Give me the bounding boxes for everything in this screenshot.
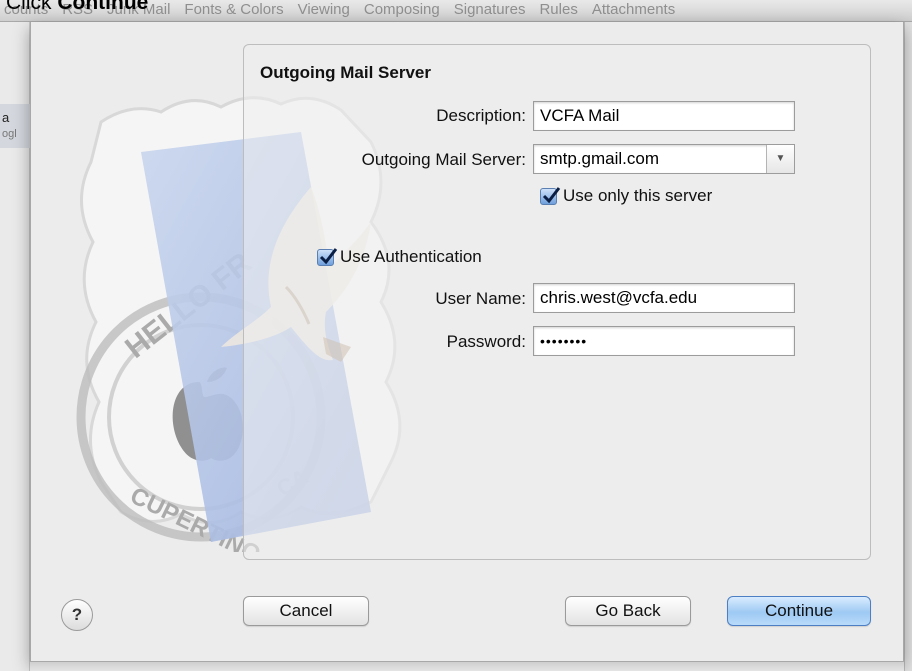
tab-composing[interactable]: Composing [364, 1, 440, 19]
preferences-toolbar: counts RSS Junk Mail Fonts & Colors View… [0, 0, 912, 22]
caption-emphasis: Continue [57, 0, 149, 14]
tab-rules[interactable]: Rules [539, 1, 577, 19]
description-label: Description: [436, 106, 526, 125]
use-only-server-row[interactable]: Use only this server [540, 186, 712, 206]
outgoing-server-value: smtp.gmail.com [540, 149, 660, 168]
user-name-label: User Name: [435, 289, 526, 308]
help-icon: ? [71, 605, 83, 624]
tab-signatures[interactable]: Signatures [454, 1, 526, 19]
go-back-button[interactable]: Go Back [565, 596, 691, 626]
combo-arrow-icon[interactable]: ▼ [766, 145, 794, 173]
outgoing-server-panel: Outgoing Mail Server Description: VCFA M… [243, 44, 871, 560]
use-only-server-label: Use only this server [563, 186, 713, 205]
window-edge [904, 22, 912, 671]
caption-prefix: Click [6, 0, 58, 14]
instruction-caption: Click Continue [6, 0, 148, 13]
password-field[interactable]: •••••••• [533, 326, 795, 356]
description-field[interactable]: VCFA Mail [533, 101, 795, 131]
continue-button[interactable]: Continue [727, 596, 871, 626]
use-authentication-label: Use Authentication [340, 247, 482, 266]
use-only-server-checkbox[interactable] [540, 186, 561, 205]
tab-viewing[interactable]: Viewing [298, 1, 350, 19]
account-name-fragment: a [2, 110, 10, 125]
password-label: Password: [446, 332, 526, 351]
tab-fonts-colors[interactable]: Fonts & Colors [184, 1, 283, 19]
account-setup-sheet: HELLO FR CUPERTINO CA Outgoing Mail Serv… [30, 22, 904, 662]
sheet-bottom-shadow [30, 662, 904, 671]
user-name-field[interactable]: chris.west@vcfa.edu [533, 283, 795, 313]
help-button[interactable]: ? [61, 599, 93, 631]
checkmark-icon [542, 186, 561, 203]
tab-attachments[interactable]: Attachments [592, 1, 675, 19]
use-authentication-row[interactable]: Use Authentication [317, 247, 482, 267]
account-sub-fragment: ogl [2, 128, 17, 140]
use-authentication-checkbox[interactable] [317, 247, 338, 266]
accounts-sidebar: a ogl [0, 22, 30, 671]
outgoing-server-combo[interactable]: smtp.gmail.com ▼ [533, 144, 795, 174]
outgoing-server-label: Outgoing Mail Server: [361, 150, 526, 169]
panel-title: Outgoing Mail Server [260, 63, 431, 82]
checkmark-icon [319, 247, 338, 264]
cancel-button[interactable]: Cancel [243, 596, 369, 626]
